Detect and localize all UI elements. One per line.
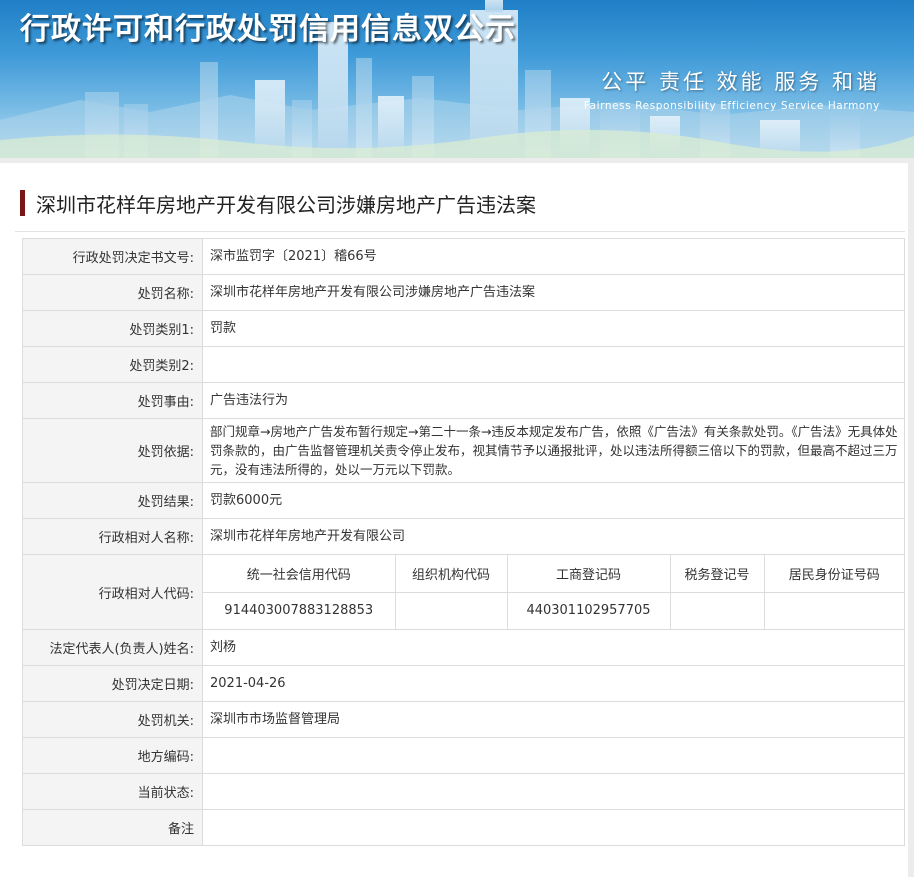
slogan-english: Fairness Responsibility Efficiency Servi… <box>583 100 880 112</box>
row-label: 当前状态: <box>22 773 203 810</box>
title-accent-bar <box>20 190 25 216</box>
table-row: 处罚类别2: <box>22 346 905 383</box>
row-value <box>202 773 905 810</box>
code-value <box>395 592 508 629</box>
row-label: 行政处罚决定书文号: <box>22 238 203 275</box>
row-value: 部门规章→房地产广告发布暂行规定→第二十一条→违反本规定发布广告，依照《广告法》… <box>202 418 905 483</box>
row-label: 地方编码: <box>22 737 203 774</box>
row-label: 法定代表人(负责人)姓名: <box>22 629 203 666</box>
code-value: 440301102957705 <box>507 592 671 629</box>
row-value: 广告违法行为 <box>202 382 905 419</box>
code-value: 914403007883128853 <box>203 592 396 629</box>
slogan-chinese: 公平 责任 效能 服务 和谐 <box>601 70 880 94</box>
row-label: 行政相对人代码: <box>22 554 203 630</box>
codes-table: 统一社会信用代码 组织机构代码 工商登记码 税务登记号 居民身份证号码 9144… <box>203 555 904 629</box>
row-label: 行政相对人名称: <box>22 518 203 555</box>
row-value: 刘杨 <box>202 629 905 666</box>
penalty-info-table: 行政处罚决定书文号: 深市监罚字〔2021〕稽66号 处罚名称: 深圳市花样年房… <box>22 238 905 846</box>
table-row: 行政处罚决定书文号: 深市监罚字〔2021〕稽66号 <box>22 238 905 275</box>
row-value: 罚款6000元 <box>202 482 905 519</box>
row-label: 处罚名称: <box>22 274 203 311</box>
table-row: 处罚依据: 部门规章→房地产广告发布暂行规定→第二十一条→违反本规定发布广告，依… <box>22 418 905 483</box>
row-label: 处罚类别1: <box>22 310 203 347</box>
codes-value-row: 914403007883128853 440301102957705 <box>203 592 904 629</box>
table-row: 备注 <box>22 809 905 846</box>
table-row: 地方编码: <box>22 737 905 774</box>
code-header: 组织机构代码 <box>395 555 508 593</box>
table-row: 处罚决定日期: 2021-04-26 <box>22 665 905 702</box>
codes-header-row: 统一社会信用代码 组织机构代码 工商登记码 税务登记号 居民身份证号码 <box>203 555 904 593</box>
slogan: 公平 责任 效能 服务 和谐 Fairness Responsibility E… <box>584 66 880 112</box>
table-row: 处罚名称: 深圳市花样年房地产开发有限公司涉嫌房地产广告违法案 <box>22 274 905 311</box>
row-value <box>202 737 905 774</box>
code-header: 工商登记码 <box>507 555 671 593</box>
table-row: 处罚类别1: 罚款 <box>22 310 905 347</box>
row-label: 处罚决定日期: <box>22 665 203 702</box>
table-row: 处罚结果: 罚款6000元 <box>22 482 905 519</box>
code-header: 税务登记号 <box>670 555 765 593</box>
header-banner: 行政许可和行政处罚信用信息双公示 公平 责任 效能 服务 和谐 Fairness… <box>0 0 914 158</box>
content-panel: 深圳市花样年房地产开发有限公司涉嫌房地产广告违法案 行政处罚决定书文号: 深市监… <box>0 163 908 877</box>
row-value <box>202 809 905 846</box>
code-value <box>764 592 904 629</box>
divider <box>15 231 905 232</box>
row-label: 处罚依据: <box>22 418 203 483</box>
row-label: 处罚机关: <box>22 701 203 738</box>
row-label: 处罚事由: <box>22 382 203 419</box>
table-row: 行政相对人名称: 深圳市花样年房地产开发有限公司 <box>22 518 905 555</box>
row-value: 2021-04-26 <box>202 665 905 702</box>
table-row: 当前状态: <box>22 773 905 810</box>
row-label: 处罚结果: <box>22 482 203 519</box>
row-label: 处罚类别2: <box>22 346 203 383</box>
page-title: 行政许可和行政处罚信用信息双公示 <box>20 12 516 47</box>
code-header: 统一社会信用代码 <box>203 555 396 593</box>
table-row: 法定代表人(负责人)姓名: 刘杨 <box>22 629 905 666</box>
row-value: 深圳市市场监督管理局 <box>202 701 905 738</box>
case-heading: 深圳市花样年房地产开发有限公司涉嫌房地产广告违法案 <box>20 190 536 217</box>
row-value: 深圳市花样年房地产开发有限公司 <box>202 518 905 555</box>
table-row: 处罚机关: 深圳市市场监督管理局 <box>22 701 905 738</box>
table-row: 行政相对人代码: 统一社会信用代码 组织机构代码 工商登记码 税务登记号 居民身… <box>22 554 905 630</box>
case-title: 深圳市花样年房地产开发有限公司涉嫌房地产广告违法案 <box>36 192 536 217</box>
row-value: 深市监罚字〔2021〕稽66号 <box>202 238 905 275</box>
codes-cell: 统一社会信用代码 组织机构代码 工商登记码 税务登记号 居民身份证号码 9144… <box>202 554 905 630</box>
row-value: 深圳市花样年房地产开发有限公司涉嫌房地产广告违法案 <box>202 274 905 311</box>
row-value: 罚款 <box>202 310 905 347</box>
table-row: 处罚事由: 广告违法行为 <box>22 382 905 419</box>
code-value <box>670 592 765 629</box>
row-label: 备注 <box>22 809 203 846</box>
row-value <box>202 346 905 383</box>
code-header: 居民身份证号码 <box>764 555 904 593</box>
